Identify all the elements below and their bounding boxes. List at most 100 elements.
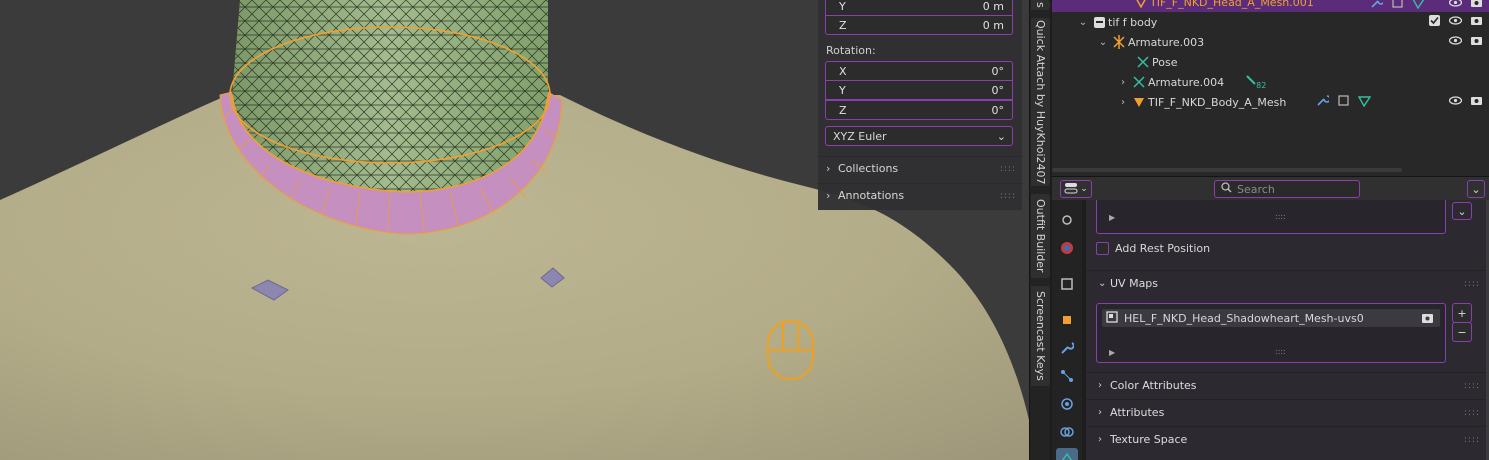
remove-uv-map-button[interactable]: − xyxy=(1452,322,1472,342)
drag-handle-icon[interactable]: :::: xyxy=(1000,164,1022,174)
tab-screencast-keys[interactable]: Screencast Keys xyxy=(1031,286,1050,386)
rotation-y-field[interactable]: Y 0° xyxy=(825,80,1013,100)
render-icon xyxy=(1060,213,1074,230)
outliner-row-armature-data[interactable]: › Armature.004 82 xyxy=(1052,72,1489,92)
camera-icon[interactable] xyxy=(1421,312,1434,327)
shapekey-icon[interactable] xyxy=(1412,0,1425,10)
collection-icon xyxy=(1060,277,1074,294)
collections-section[interactable]: › Collections :::: xyxy=(818,156,1022,180)
tab-outfit-builder[interactable]: Outfit Builder xyxy=(1031,194,1050,278)
tab-world[interactable] xyxy=(1056,238,1078,260)
physics-icon xyxy=(1060,397,1074,414)
options-dropdown-button[interactable]: ⌄ xyxy=(1467,180,1485,198)
add-uv-map-button[interactable]: + xyxy=(1452,303,1472,323)
axis-label: Z xyxy=(839,18,847,32)
rotation-z-field[interactable]: Z 0° xyxy=(825,100,1013,120)
list-menu-button[interactable]: ⌄ xyxy=(1452,202,1472,220)
camera-icon[interactable] xyxy=(1470,0,1483,9)
vertex-group-icon[interactable] xyxy=(1337,94,1350,110)
chevron-right-icon: › xyxy=(826,189,831,202)
eye-icon[interactable] xyxy=(1448,14,1463,27)
tab-collection[interactable] xyxy=(1056,274,1078,296)
chevron-down-icon[interactable]: ⌄ xyxy=(1076,17,1090,28)
location-z-field[interactable]: Z 0 m xyxy=(825,15,1013,35)
horizontal-scrollbar[interactable] xyxy=(1052,168,1402,172)
chevron-down-icon: ⌄ xyxy=(1098,278,1107,289)
texture-space-section[interactable]: › Texture Space :::: xyxy=(1086,426,1486,452)
object-icon xyxy=(1060,313,1074,330)
section-title: Texture Space xyxy=(1110,433,1188,446)
resize-handle-icon[interactable]: :::: xyxy=(1275,212,1286,221)
outliner-label: Armature.003 xyxy=(1128,35,1205,49)
expand-triangle-icon[interactable]: ▶ xyxy=(1109,213,1115,222)
checkbox-icon[interactable] xyxy=(1428,14,1441,27)
outliner-row-armature[interactable]: ⌄ Armature.003 xyxy=(1052,32,1489,52)
drag-handle-icon[interactable]: :::: xyxy=(1464,279,1486,289)
outliner-row-pose[interactable]: Pose xyxy=(1052,52,1489,72)
wrench-icon[interactable] xyxy=(1370,0,1385,9)
wrench-icon[interactable] xyxy=(1316,94,1332,110)
mesh-icon xyxy=(1132,0,1150,10)
chevron-right-icon: › xyxy=(826,162,831,175)
tab-modifiers[interactable] xyxy=(1056,338,1078,360)
tab-render[interactable] xyxy=(1056,210,1078,232)
chevron-down-icon: ⌄ xyxy=(1457,204,1467,218)
chevron-right-icon[interactable]: › xyxy=(1116,77,1130,88)
axis-label: X xyxy=(839,64,847,78)
tab-quick-attach[interactable]: Quick Attach by HuyKhoi2407 xyxy=(1031,18,1050,186)
chevron-down-icon: ⌄ xyxy=(1471,182,1481,196)
uv-maps-list: HEL_F_NKD_Head_Shadowheart_Mesh-uvs0 ▶ :… xyxy=(1096,303,1446,363)
annotations-section[interactable]: › Annotations :::: xyxy=(818,183,1022,207)
tab-label: Outfit Builder xyxy=(1034,199,1047,273)
resize-handle-icon[interactable]: :::: xyxy=(1275,347,1286,356)
section-title: UV Maps xyxy=(1110,277,1159,290)
drag-handle-icon[interactable]: :::: xyxy=(1464,408,1486,418)
eye-icon[interactable] xyxy=(1448,94,1463,107)
mesh-data-icon xyxy=(1060,451,1074,460)
3d-viewport[interactable]: Y 0 m Z 0 m Rotation: X 0° Y 0° Z 0° XYZ… xyxy=(0,0,1029,460)
tab-object[interactable] xyxy=(1056,310,1078,332)
outliner-row-collection[interactable]: ⌄ tif f body xyxy=(1052,12,1489,32)
tab-constraints[interactable] xyxy=(1056,422,1078,444)
rotation-x-field[interactable]: X 0° xyxy=(825,61,1013,81)
tab-data[interactable] xyxy=(1056,448,1078,460)
bone-icon xyxy=(1246,74,1256,90)
add-rest-position-checkbox[interactable] xyxy=(1096,242,1109,255)
outliner-label: TIF_F_NKD_Body_A_Mesh xyxy=(1148,95,1287,109)
drag-handle-icon[interactable]: :::: xyxy=(1000,191,1022,201)
attributes-section[interactable]: › Attributes :::: xyxy=(1086,399,1486,425)
outliner-row-head-mesh[interactable]: TIF_F_NKD_Head_A_Mesh.001 xyxy=(1052,0,1489,12)
field-value: 0° xyxy=(991,64,1005,78)
camera-icon[interactable] xyxy=(1470,94,1483,107)
properties-tabs xyxy=(1052,200,1082,460)
sidebar-item-panel: Y 0 m Z 0 m Rotation: X 0° Y 0° Z 0° XYZ… xyxy=(818,0,1022,210)
color-attributes-section[interactable]: › Color Attributes :::: xyxy=(1086,372,1486,398)
rotation-mode-select[interactable]: XYZ Euler ⌄ xyxy=(825,126,1013,146)
chevron-right-icon[interactable]: › xyxy=(1116,97,1130,108)
outliner-label: Pose xyxy=(1152,55,1178,69)
outliner-label: TIF_F_NKD_Head_A_Mesh.001 xyxy=(1150,0,1314,9)
outliner-row-body-mesh[interactable]: › TIF_F_NKD_Body_A_Mesh xyxy=(1052,92,1489,112)
select-value: XYZ Euler xyxy=(833,129,887,143)
location-y-field[interactable]: Y 0 m xyxy=(825,0,1013,16)
uv-maps-section[interactable]: ⌄ UV Maps :::: xyxy=(1086,270,1486,296)
expand-triangle-icon[interactable]: ▶ xyxy=(1109,348,1115,357)
uv-map-item[interactable]: HEL_F_NKD_Head_Shadowheart_Mesh-uvs0 xyxy=(1102,309,1440,327)
tab-physics[interactable] xyxy=(1056,394,1078,416)
tab-label: Quick Attach by HuyKhoi2407 xyxy=(1034,19,1047,185)
wrench-icon xyxy=(1060,341,1075,358)
drag-handle-icon[interactable]: :::: xyxy=(1464,381,1486,391)
eye-icon[interactable] xyxy=(1448,34,1463,47)
properties-icon xyxy=(1064,182,1078,197)
camera-icon[interactable] xyxy=(1470,34,1483,47)
camera-icon[interactable] xyxy=(1470,14,1483,27)
shapekey-icon[interactable] xyxy=(1358,94,1372,110)
vertex-group-icon[interactable] xyxy=(1391,0,1404,9)
eye-icon[interactable] xyxy=(1448,0,1463,9)
drag-handle-icon[interactable]: :::: xyxy=(1464,435,1486,445)
tab-particles[interactable] xyxy=(1056,366,1078,388)
tab-item-partial[interactable]: s xyxy=(1031,0,1050,10)
editor-type-button[interactable]: ⌄ xyxy=(1060,180,1092,198)
chevron-down-icon[interactable]: ⌄ xyxy=(1096,37,1110,48)
search-input[interactable]: Search xyxy=(1214,180,1360,198)
